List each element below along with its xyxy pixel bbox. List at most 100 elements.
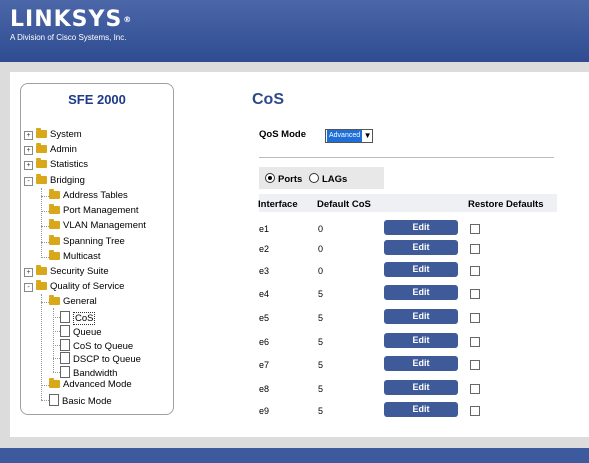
radio-lags-dot[interactable] — [309, 173, 319, 183]
edit-button[interactable]: Edit — [384, 220, 458, 235]
folder-icon — [49, 235, 60, 245]
restore-defaults-checkbox[interactable] — [470, 360, 480, 370]
restore-defaults-checkbox[interactable] — [470, 224, 480, 234]
tree-connector — [53, 331, 60, 332]
edit-button[interactable]: Edit — [384, 285, 458, 300]
collapse-quality-of-service-icon[interactable]: - — [24, 283, 33, 292]
folder-icon — [49, 378, 60, 388]
radio-lags[interactable]: LAGs — [309, 173, 347, 185]
edit-button[interactable]: Edit — [384, 380, 458, 395]
sidebar-item-spanning-tree[interactable]: Spanning Tree — [49, 235, 125, 248]
tree-connector — [53, 317, 60, 318]
sidebar-item-bandwidth[interactable]: Bandwidth — [60, 366, 117, 379]
section-divider — [259, 157, 554, 158]
sidebar-item-label: Multicast — [63, 251, 101, 262]
sidebar-item-address-tables[interactable]: Address Tables — [49, 189, 128, 202]
edit-button[interactable]: Edit — [384, 309, 458, 324]
nav-tree: + System + Admin + Statistics - Bridging Address… — [0, 0, 170, 407]
expand-statistics-icon[interactable]: + — [24, 161, 33, 170]
folder-icon — [36, 280, 47, 290]
page-icon — [49, 394, 59, 406]
tree-connector — [41, 302, 49, 303]
restore-defaults-checkbox[interactable] — [470, 313, 480, 323]
tree-connector — [41, 385, 49, 386]
sidebar-item-label: Spanning Tree — [63, 236, 125, 247]
sidebar-item-port-management[interactable]: Port Management — [49, 204, 139, 217]
restore-defaults-checkbox[interactable] — [470, 384, 480, 394]
sidebar-item-quality-of-service[interactable]: Quality of Service — [36, 280, 124, 293]
expand-admin-icon[interactable]: + — [24, 146, 33, 155]
sidebar-item-cos-to-queue[interactable]: CoS to Queue — [60, 339, 134, 352]
sidebar-item-system[interactable]: System — [36, 128, 82, 141]
sidebar-item-dscp-to-queue[interactable]: DSCP to Queue — [60, 352, 141, 365]
qos-mode-label: QoS Mode — [259, 129, 306, 140]
default-cos-cell: 0 — [318, 224, 324, 234]
edit-button[interactable]: Edit — [384, 262, 458, 277]
edit-button[interactable]: Edit — [384, 356, 458, 371]
sidebar-item-advanced-mode[interactable]: Advanced Mode — [49, 378, 132, 391]
tree-connector — [41, 211, 49, 212]
tree-connector — [41, 226, 49, 227]
sidebar-item-queue[interactable]: Queue — [60, 325, 102, 338]
qos-mode-value: Advanced — [327, 130, 363, 142]
tree-connector — [41, 188, 42, 258]
sidebar-item-label: System — [50, 129, 82, 140]
interface-cell: e1 — [259, 224, 270, 234]
edit-button[interactable]: Edit — [384, 402, 458, 417]
page-icon — [60, 325, 70, 337]
qos-mode-select[interactable]: Advanced ▼ — [325, 129, 374, 143]
default-cos-cell: 0 — [318, 244, 324, 254]
sidebar-item-multicast[interactable]: Multicast — [49, 250, 101, 263]
sidebar-item-label: Queue — [73, 327, 102, 338]
radio-ports[interactable]: Ports — [265, 173, 302, 185]
default-cos-cell: 5 — [318, 406, 324, 416]
page-icon — [60, 311, 70, 323]
restore-defaults-checkbox[interactable] — [470, 337, 480, 347]
page-icon — [60, 339, 70, 351]
sidebar-item-label: VLAN Management — [63, 220, 146, 231]
sidebar-item-label: Security Suite — [50, 266, 109, 277]
restore-defaults-checkbox[interactable] — [470, 289, 480, 299]
folder-icon — [36, 128, 47, 138]
sidebar-item-admin[interactable]: Admin — [36, 143, 77, 156]
radio-ports-dot[interactable] — [265, 173, 275, 183]
bottom-bar — [0, 448, 589, 463]
sidebar-item-label: CoS to Queue — [73, 341, 134, 352]
interface-cell: e4 — [259, 289, 270, 299]
folder-icon — [49, 250, 60, 260]
collapse-bridging-icon[interactable]: - — [24, 177, 33, 186]
sidebar-item-basic-mode[interactable]: Basic Mode — [49, 394, 112, 407]
sidebar-item-cos[interactable]: CoS — [60, 311, 96, 325]
tree-connector — [41, 242, 49, 243]
sidebar-item-vlan-management[interactable]: VLAN Management — [49, 219, 146, 232]
expand-system-icon[interactable]: + — [24, 131, 33, 140]
default-cos-cell: 5 — [318, 337, 324, 347]
edit-button[interactable]: Edit — [384, 333, 458, 348]
folder-icon — [49, 295, 60, 305]
edit-button[interactable]: Edit — [384, 240, 458, 255]
default-cos-cell: 5 — [318, 360, 324, 370]
restore-defaults-checkbox[interactable] — [470, 406, 480, 416]
restore-defaults-checkbox[interactable] — [470, 244, 480, 254]
sidebar-item-bridging[interactable]: Bridging — [36, 174, 85, 187]
folder-icon — [49, 189, 60, 199]
interface-cell: e3 — [259, 266, 270, 276]
tree-connector — [41, 257, 49, 258]
interface-cell: e2 — [259, 244, 270, 254]
tree-connector — [53, 372, 60, 373]
interface-cell: e7 — [259, 360, 270, 370]
sidebar-item-general[interactable]: General — [49, 295, 97, 308]
default-cos-cell: 0 — [318, 266, 324, 276]
expand-security-suite-icon[interactable]: + — [24, 268, 33, 277]
radio-lags-label: LAGs — [322, 174, 348, 185]
sidebar-item-statistics[interactable]: Statistics — [36, 158, 88, 171]
restore-defaults-checkbox[interactable] — [470, 266, 480, 276]
sidebar-item-label: DSCP to Queue — [73, 354, 141, 365]
folder-icon — [36, 265, 47, 275]
sidebar-item-label: Bridging — [50, 175, 85, 186]
default-cos-cell: 5 — [318, 384, 324, 394]
page-icon — [60, 352, 70, 364]
page-title: CoS — [252, 91, 284, 108]
folder-icon — [36, 158, 47, 168]
sidebar-item-security-suite[interactable]: Security Suite — [36, 265, 109, 278]
